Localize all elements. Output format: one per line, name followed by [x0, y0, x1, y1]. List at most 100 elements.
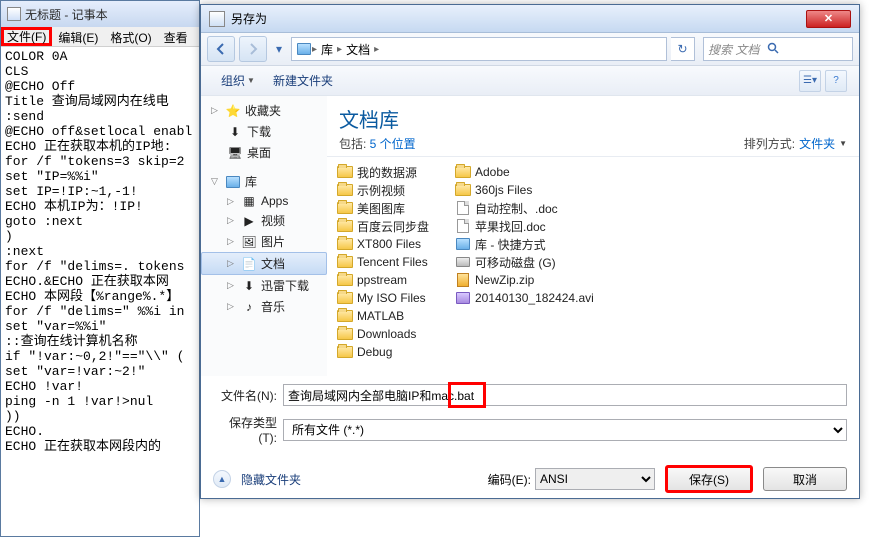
breadcrumb-lib[interactable]: 库	[317, 41, 337, 58]
chevron-down-icon: ▼	[839, 139, 847, 148]
file-item[interactable]: 可移动磁盘 (G)	[453, 253, 571, 271]
file-item[interactable]: 苹果找回.doc	[453, 217, 571, 235]
new-folder-button[interactable]: 新建文件夹	[265, 69, 341, 92]
file-icon	[337, 327, 353, 341]
file-item[interactable]: 360js Files	[453, 181, 571, 199]
sort-by[interactable]: 排列方式: 文件夹 ▼	[744, 135, 847, 152]
file-item[interactable]: Tencent Files	[335, 253, 453, 271]
file-item[interactable]: 20140130_182424.avi	[453, 289, 653, 307]
forward-button[interactable]	[239, 36, 267, 62]
chevron-right-icon: ▸	[374, 44, 379, 55]
folder-icon	[337, 273, 353, 287]
filetype-select[interactable]: 所有文件 (*.*)	[283, 419, 847, 441]
menu-view[interactable]: 查看	[158, 27, 194, 46]
desktop-icon: 🖥	[227, 146, 243, 160]
search-icon	[767, 42, 781, 56]
history-dropdown[interactable]: ▾	[271, 36, 287, 62]
main-header: 文档库 包括: 5 个位置 排列方式: 文件夹 ▼	[327, 96, 859, 157]
file-item[interactable]: 美图图库	[335, 199, 453, 217]
file-icon	[455, 165, 471, 179]
sort-value[interactable]: 文件夹	[799, 135, 835, 152]
file-item[interactable]: MATLAB	[335, 307, 453, 325]
tree-xunlei[interactable]: ▷⬇迅雷下载	[201, 275, 327, 296]
menu-file[interactable]: 文件(F)	[1, 27, 52, 46]
file-item[interactable]: 自动控制、.doc	[453, 199, 571, 217]
filename-label: 文件名(N):	[213, 387, 283, 404]
notepad-title-text: 无标题 - 记事本	[25, 6, 108, 23]
library-title: 文档库	[339, 104, 744, 133]
file-item[interactable]: 我的数据源	[335, 163, 453, 181]
file-icon	[337, 345, 353, 359]
chevron-down-icon: ▼	[247, 76, 255, 85]
tree-desktop[interactable]: 🖥桌面	[201, 142, 327, 163]
organize-button[interactable]: 组织▼	[213, 69, 263, 92]
folder-tree[interactable]: ▷⭐收藏夹 ⬇下载 🖥桌面 ▽库 ▷▦Apps ▷▶视频 ▷🖼图片 ▷📄文档 ▷…	[201, 96, 327, 376]
search-placeholder: 搜索 文档	[708, 41, 759, 58]
folder-icon	[337, 291, 353, 305]
file-item[interactable]: 百度云同步盘	[335, 217, 453, 235]
file-item[interactable]: NewZip.zip	[453, 271, 571, 289]
locations-link[interactable]: 5 个位置	[370, 137, 416, 151]
tree-video[interactable]: ▷▶视频	[201, 210, 327, 231]
file-item[interactable]: Debug	[335, 343, 453, 361]
dialog-icon	[209, 11, 225, 27]
file-item[interactable]: Adobe	[453, 163, 571, 181]
hide-folders-link[interactable]: 隐藏文件夹	[241, 471, 301, 488]
apps-icon: ▦	[241, 194, 257, 208]
help-button[interactable]: ?	[825, 70, 847, 92]
tree-music[interactable]: ▷♪音乐	[201, 296, 327, 317]
notepad-window: 无标题 - 记事本 文件(F) 编辑(E) 格式(O) 查看 COLOR 0A …	[0, 0, 200, 537]
file-item[interactable]: XT800 Files	[335, 235, 453, 253]
file-icon	[455, 255, 471, 269]
breadcrumb-doc[interactable]: 文档	[342, 41, 374, 58]
folder-icon	[337, 309, 353, 323]
tree-favorites[interactable]: ▷⭐收藏夹	[201, 100, 327, 121]
view-mode-button[interactable]: ☰▾	[799, 70, 821, 92]
notepad-text-area[interactable]: COLOR 0A CLS @ECHO Off Title 查询局域网内在线电 :…	[1, 47, 199, 456]
expand-folders-button[interactable]: ▲	[213, 470, 231, 488]
file-item[interactable]: ppstream	[335, 271, 453, 289]
video-icon: ▶	[241, 214, 257, 228]
file-item[interactable]: 示例视频	[335, 181, 453, 199]
tree-downloads[interactable]: ⬇下载	[201, 121, 327, 142]
music-icon: ♪	[241, 300, 257, 314]
encoding-select[interactable]: ANSI	[535, 468, 655, 490]
tree-apps[interactable]: ▷▦Apps	[201, 192, 327, 210]
file-item[interactable]: Downloads	[335, 325, 453, 343]
breadcrumb-bar[interactable]: ▸ 库 ▸ 文档 ▸	[291, 37, 667, 61]
dialog-footer: ▲ 隐藏文件夹 编码(E): ANSI 保存(S) 取消	[201, 459, 859, 503]
folder-icon	[337, 183, 353, 197]
filename-panel: 文件名(N): 保存类型(T): 所有文件 (*.*)	[201, 376, 859, 459]
notepad-icon	[7, 7, 21, 21]
search-input[interactable]: 搜索 文档	[703, 37, 853, 61]
save-as-dialog: 另存为 ✕ ▾ ▸ 库 ▸ 文档 ▸ ↻ 搜索 文档 组织▼ 新建文件夹 ☰▾ …	[200, 4, 860, 499]
save-button[interactable]: 保存(S)	[665, 465, 753, 493]
folder-icon	[337, 165, 353, 179]
nav-bar: ▾ ▸ 库 ▸ 文档 ▸ ↻ 搜索 文档	[201, 33, 859, 66]
close-button[interactable]: ✕	[806, 10, 851, 28]
notepad-titlebar[interactable]: 无标题 - 记事本	[1, 1, 199, 27]
folder-icon	[337, 255, 353, 269]
file-item[interactable]: 库 - 快捷方式	[453, 235, 571, 253]
file-icon	[455, 219, 471, 233]
cancel-button[interactable]: 取消	[763, 467, 847, 491]
refresh-button[interactable]: ↻	[671, 37, 695, 61]
file-icon	[455, 183, 471, 197]
picture-icon: 🖼	[241, 235, 257, 249]
file-item[interactable]: My ISO Files	[335, 289, 453, 307]
notepad-menubar: 文件(F) 编辑(E) 格式(O) 查看	[1, 27, 199, 47]
tree-libraries[interactable]: ▽库	[201, 171, 327, 192]
back-button[interactable]	[207, 36, 235, 62]
file-list[interactable]: 我的数据源示例视频美图图库百度云同步盘XT800 FilesTencent Fi…	[327, 157, 859, 376]
dialog-titlebar[interactable]: 另存为 ✕	[201, 5, 859, 33]
folder-icon	[337, 219, 353, 233]
menu-format[interactable]: 格式(O)	[104, 27, 157, 46]
menu-edit[interactable]: 编辑(E)	[52, 27, 104, 46]
tree-documents[interactable]: ▷📄文档	[201, 252, 327, 275]
folder-icon	[337, 201, 353, 215]
file-main-panel: 文档库 包括: 5 个位置 排列方式: 文件夹 ▼ 我的数据源示例视频美图图库百…	[327, 96, 859, 376]
filename-input[interactable]	[283, 384, 847, 406]
tree-pictures[interactable]: ▷🖼图片	[201, 231, 327, 252]
library-icon	[225, 175, 241, 189]
library-icon	[296, 42, 312, 56]
